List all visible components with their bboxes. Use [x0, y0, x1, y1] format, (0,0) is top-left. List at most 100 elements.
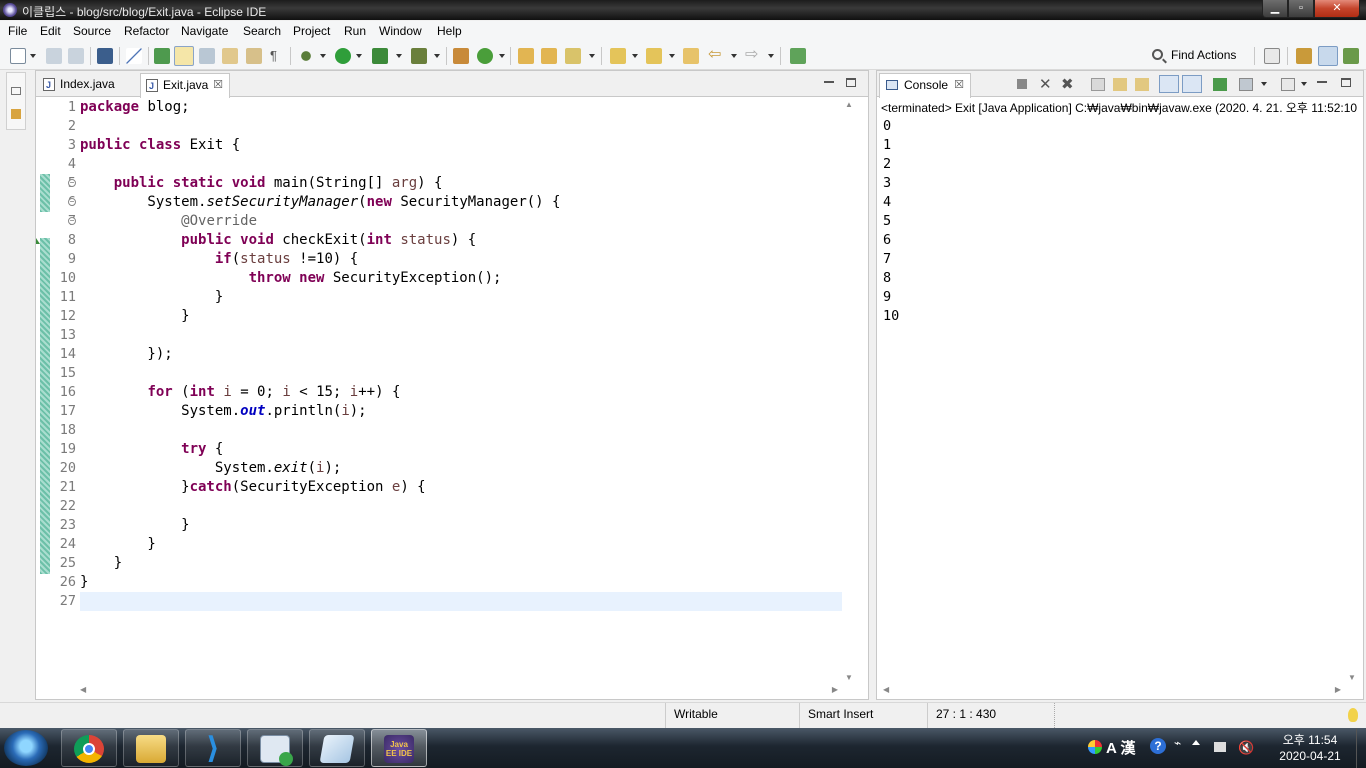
start-button[interactable] [4, 730, 48, 766]
taskbar-notepad[interactable] [309, 729, 365, 767]
search-tool-icon[interactable] [565, 48, 581, 64]
menu-help[interactable]: Help [437, 24, 462, 38]
collapse-icon[interactable]: − [68, 217, 76, 225]
terminate-icon[interactable] [1017, 79, 1027, 89]
menu-run[interactable]: Run [344, 24, 366, 38]
lightbulb-icon[interactable] [1348, 708, 1358, 722]
minimize-button[interactable]: ▁ [1262, 0, 1288, 18]
new-icon[interactable] [10, 48, 26, 64]
save-icon[interactable] [46, 48, 62, 64]
show-stderr-icon[interactable] [1182, 75, 1202, 93]
java-ee-perspective-icon[interactable] [1296, 48, 1312, 64]
menu-edit[interactable]: Edit [40, 24, 61, 38]
skip-breakpoints-icon[interactable] [126, 48, 142, 64]
show-stdout-icon[interactable] [1159, 75, 1179, 93]
console-output[interactable]: 0 1 2 3 4 5 6 7 8 9 10 [883, 117, 899, 326]
menu-project[interactable]: Project [293, 24, 330, 38]
ime-globe-icon[interactable] [1088, 740, 1102, 754]
open-console-icon[interactable] [1281, 78, 1295, 91]
remove-launch-icon[interactable]: ✕ [1039, 77, 1053, 92]
pin-console-icon[interactable] [1213, 78, 1227, 91]
menu-search[interactable]: Search [243, 24, 281, 38]
volume-muted-icon[interactable]: 🔇 [1238, 740, 1254, 756]
external-tools-icon[interactable] [411, 48, 427, 64]
code-editor[interactable]: 1 2 3 4 5 6 7 8 9 10 11 12 13 14 15 16 1… [36, 98, 849, 684]
close-tab-icon[interactable]: ☒ [954, 74, 964, 96]
pin-icon[interactable] [154, 48, 170, 64]
highlight-icon[interactable] [174, 46, 194, 66]
scroll-up-icon[interactable]: ▲ [845, 100, 853, 109]
word-wrap-icon[interactable] [1135, 78, 1149, 91]
tab-console[interactable]: Console ☒ [879, 73, 971, 98]
network-icon[interactable] [1214, 742, 1226, 752]
debug-perspective-icon[interactable] [1343, 48, 1359, 64]
word-wrap-icon[interactable] [246, 48, 262, 64]
terminal-icon[interactable] [97, 48, 113, 64]
open-perspective-icon[interactable] [1264, 48, 1280, 64]
tab-index-java[interactable]: Index.java [38, 73, 138, 97]
whitespace-icon[interactable]: ¶ [270, 48, 286, 64]
remove-all-icon[interactable]: ✖ [1061, 77, 1075, 92]
collapse-icon[interactable]: − [68, 179, 76, 187]
display-console-icon[interactable] [1239, 78, 1253, 91]
run-icon[interactable] [335, 48, 351, 64]
last-edit-icon[interactable] [683, 48, 699, 64]
taskbar-file-explorer[interactable] [123, 729, 179, 767]
java-perspective-icon[interactable] [1318, 46, 1338, 66]
scroll-down-icon[interactable]: ▼ [845, 673, 853, 682]
open-task-icon[interactable] [541, 48, 557, 64]
open-type-icon[interactable] [518, 48, 534, 64]
console-vertical-scrollbar[interactable]: ▼ [1345, 117, 1359, 684]
menu-refactor[interactable]: Refactor [124, 24, 169, 38]
menu-window[interactable]: Window [379, 24, 422, 38]
editor-horizontal-scrollbar[interactable]: ◀ ▶ [76, 684, 842, 698]
minimize-view-icon[interactable] [1317, 81, 1327, 83]
close-tab-icon[interactable]: ☒ [213, 74, 223, 96]
scroll-right-icon[interactable]: ▶ [832, 685, 838, 694]
coverage-icon[interactable] [372, 48, 388, 64]
minimize-view-icon[interactable] [824, 81, 834, 83]
source-code[interactable]: package blog; public class Exit { public… [80, 98, 849, 611]
close-button[interactable]: ✕ [1314, 0, 1360, 18]
collapse-icon[interactable]: − [68, 198, 76, 206]
scroll-right-icon[interactable]: ▶ [1335, 685, 1341, 694]
insert-mode-status[interactable]: Smart Insert [799, 703, 927, 728]
restore-icon[interactable] [11, 87, 21, 95]
new-class-icon[interactable] [477, 48, 493, 64]
prev-annotation-icon[interactable] [646, 48, 662, 64]
editor-vertical-scrollbar[interactable]: ▲ ▼ [842, 98, 856, 684]
open-console-dropdown-icon[interactable] [1301, 82, 1307, 86]
taskbar-app-launcher[interactable] [247, 729, 303, 767]
ime-settings-icon[interactable]: ⌁ [1174, 736, 1181, 750]
menu-source[interactable]: Source [73, 24, 111, 38]
system-clock[interactable]: 오후 11:54 2020-04-21 [1270, 732, 1350, 764]
maximize-view-icon[interactable] [846, 78, 856, 87]
show-hidden-icons-icon[interactable] [1192, 740, 1200, 745]
ime-mode[interactable]: A 漢 [1106, 737, 1135, 758]
new-package-icon[interactable] [453, 48, 469, 64]
display-dropdown-icon[interactable] [1261, 82, 1267, 86]
minimized-views[interactable] [6, 72, 26, 130]
taskbar-eclipse[interactable]: Java EE IDE [371, 729, 427, 767]
scroll-left-icon[interactable]: ◀ [883, 685, 889, 694]
taskbar-vscode[interactable]: ⟩ [185, 729, 241, 767]
help-icon[interactable]: ? [1150, 738, 1166, 754]
menu-file[interactable]: File [8, 24, 27, 38]
title-bar[interactable]: 이클립스 - blog/src/blog/Exit.java - Eclipse… [0, 0, 1366, 20]
scroll-down-icon[interactable]: ▼ [1348, 673, 1356, 682]
occurrences-icon[interactable] [199, 48, 215, 64]
scroll-lock-icon[interactable] [1113, 78, 1127, 91]
new-dropdown-icon[interactable] [30, 54, 36, 58]
clear-console-icon[interactable] [1091, 78, 1105, 91]
next-annotation-icon[interactable] [610, 48, 626, 64]
maximize-button[interactable]: ▫ [1288, 0, 1314, 18]
console-horizontal-scrollbar[interactable]: ◀ ▶ [879, 684, 1345, 698]
package-explorer-icon[interactable] [11, 109, 21, 119]
cursor-position-status[interactable]: 27 : 1 : 430 [927, 703, 1055, 728]
block-selection-icon[interactable] [222, 48, 238, 64]
taskbar-chrome[interactable] [61, 729, 117, 767]
forward-icon[interactable]: ⇨ [745, 47, 761, 64]
back-icon[interactable]: ⇦ [708, 47, 724, 64]
show-desktop-button[interactable] [1356, 728, 1366, 768]
debug-icon[interactable] [298, 48, 314, 64]
